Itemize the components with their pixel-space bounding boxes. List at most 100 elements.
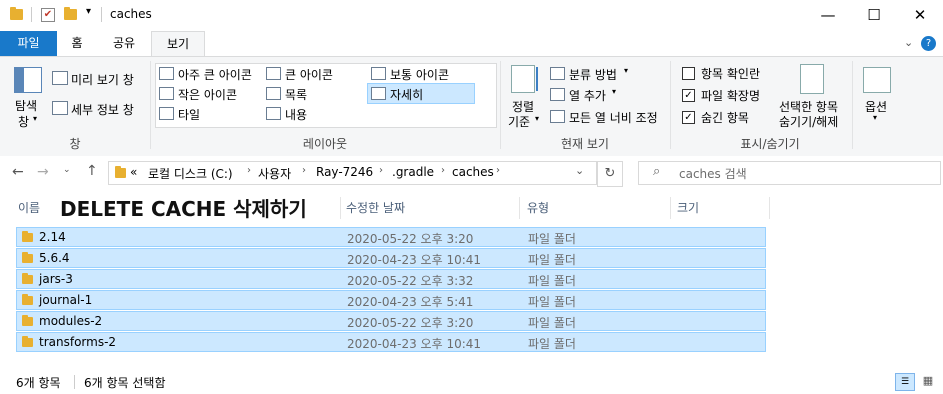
breadcrumb-overflow[interactable]: «: [130, 165, 137, 179]
divider: [500, 61, 501, 149]
column-header-name[interactable]: 이름: [18, 199, 40, 216]
file-modified: 2020-05-22 오후 3:20: [347, 232, 474, 246]
chevron-down-icon[interactable]: ▾: [535, 114, 539, 123]
chevron-down-icon[interactable]: ▾: [873, 113, 877, 122]
divider[interactable]: [519, 197, 520, 219]
layout-tiles[interactable]: 타일: [178, 106, 200, 123]
table-row[interactable]: modules-2 2020-05-22 오후 3:20 파일 폴더: [16, 311, 766, 331]
address-bar[interactable]: « 로컬 디스크 (C:) › 사용자 › Ray-7246 › .gradle…: [108, 161, 597, 185]
sort-by-icon[interactable]: [511, 65, 535, 93]
up-arrow-icon[interactable]: ↑: [86, 163, 98, 179]
column-header-modified[interactable]: 수정한 날짜: [346, 199, 405, 216]
hidden-items-checkbox[interactable]: ✓: [682, 111, 695, 124]
column-header-size[interactable]: 크기: [677, 199, 699, 216]
file-type: 파일 폴더: [528, 253, 576, 267]
folder-icon[interactable]: [10, 7, 23, 20]
help-icon[interactable]: ?: [921, 36, 936, 51]
tab-view[interactable]: 보기: [151, 31, 205, 57]
breadcrumb-local-disk[interactable]: 로컬 디스크 (C:): [148, 165, 233, 182]
file-name[interactable]: transforms-2: [39, 335, 116, 349]
size-columns-icon: [550, 110, 565, 123]
chevron-down-icon[interactable]: ⌄: [904, 36, 913, 49]
table-row[interactable]: journal-1 2020-04-23 오후 5:41 파일 폴더: [16, 290, 766, 310]
file-type: 파일 폴더: [528, 337, 576, 351]
chevron-right-icon[interactable]: ›: [379, 165, 383, 176]
chevron-right-icon[interactable]: ›: [496, 165, 500, 176]
layout-details[interactable]: 자세히: [390, 86, 423, 103]
layout-list[interactable]: 목록: [285, 86, 307, 103]
group-by-button[interactable]: 분류 방법: [569, 66, 617, 83]
column-header-type[interactable]: 유형: [527, 199, 549, 216]
add-columns-button[interactable]: 열 추가: [569, 87, 606, 104]
file-name[interactable]: 2.14: [39, 230, 66, 244]
breadcrumb-user-folder[interactable]: Ray-7246: [316, 165, 373, 179]
tab-file[interactable]: 파일: [0, 31, 57, 56]
maximize-button[interactable]: ☐: [851, 0, 897, 31]
breadcrumb-users[interactable]: 사용자: [258, 165, 291, 182]
divider: [852, 61, 853, 149]
search-input[interactable]: caches 검색: [679, 165, 747, 182]
file-name[interactable]: journal-1: [39, 293, 92, 307]
item-checkboxes-label[interactable]: 항목 확인란: [701, 65, 760, 82]
divider[interactable]: [670, 197, 671, 219]
properties-icon[interactable]: ✔: [41, 8, 55, 22]
forward-arrow-icon[interactable]: →: [37, 164, 49, 180]
details-pane-button[interactable]: 세부 정보 창: [71, 101, 134, 118]
size-all-columns-button[interactable]: 모든 열 너비 조정: [569, 109, 658, 126]
file-name[interactable]: 5.6.4: [39, 251, 70, 265]
layout-small-icons[interactable]: 작은 아이콘: [178, 86, 237, 103]
navigation-pane-label-2[interactable]: 창: [18, 113, 29, 130]
recent-locations-chevron-icon[interactable]: ⌄: [63, 165, 71, 175]
sort-by-label-2[interactable]: 기준: [508, 113, 530, 130]
chevron-down-icon[interactable]: ▾: [612, 87, 616, 96]
file-extensions-checkbox[interactable]: ✓: [682, 89, 695, 102]
refresh-icon[interactable]: ↻: [597, 161, 623, 187]
group-label-show-hide: 표시/숨기기: [740, 137, 800, 151]
table-row[interactable]: 2.14 2020-05-22 오후 3:20 파일 폴더: [16, 227, 766, 247]
chevron-down-icon[interactable]: ▾: [33, 114, 37, 123]
add-columns-icon: [550, 88, 565, 101]
preview-pane-button[interactable]: 미리 보기 창: [71, 71, 134, 88]
layout-large-icons[interactable]: 큰 아이콘: [285, 66, 333, 83]
minimize-button[interactable]: —: [805, 0, 851, 31]
chevron-right-icon[interactable]: ›: [247, 165, 251, 176]
file-type: 파일 폴더: [528, 274, 576, 288]
hide-selected-icon[interactable]: [800, 64, 824, 94]
file-name[interactable]: jars-3: [39, 272, 73, 286]
address-dropdown-chevron-icon[interactable]: ⌄: [575, 164, 584, 177]
layout-content[interactable]: 내용: [285, 106, 307, 123]
navigation-pane-icon[interactable]: [14, 67, 42, 93]
breadcrumb-caches[interactable]: caches: [452, 165, 494, 179]
customize-toolbar-icon[interactable]: ▾: [86, 6, 91, 17]
large-icons-view-icon[interactable]: ▦: [919, 373, 937, 389]
table-row[interactable]: 5.6.4 2020-04-23 오후 10:41 파일 폴더: [16, 248, 766, 268]
details-icon: [371, 87, 386, 100]
back-arrow-icon[interactable]: ←: [12, 164, 24, 180]
chevron-down-icon[interactable]: ▾: [624, 66, 628, 75]
divider[interactable]: [769, 197, 770, 219]
folder-icon: [22, 294, 33, 305]
divider[interactable]: [340, 197, 341, 219]
hidden-items-label[interactable]: 숨긴 항목: [701, 109, 749, 126]
hide-selected-label-2[interactable]: 숨기기/해제: [779, 113, 838, 130]
layout-xlarge-icons[interactable]: 아주 큰 아이콘: [178, 66, 252, 83]
file-type: 파일 폴더: [528, 232, 576, 246]
options-icon[interactable]: [863, 67, 891, 93]
close-button[interactable]: ✕: [897, 0, 943, 31]
new-folder-icon[interactable]: [64, 7, 77, 20]
file-extensions-label[interactable]: 파일 확장명: [701, 87, 760, 104]
chevron-right-icon[interactable]: ›: [302, 165, 306, 176]
table-row[interactable]: transforms-2 2020-04-23 오후 10:41 파일 폴더: [16, 332, 766, 352]
file-type: 파일 폴더: [528, 316, 576, 330]
file-name[interactable]: modules-2: [39, 314, 102, 328]
details-view-icon[interactable]: ☰: [895, 373, 915, 391]
tab-share[interactable]: 공유: [106, 31, 142, 56]
navigation-pane-label[interactable]: 탐색: [15, 97, 37, 114]
search-box[interactable]: ⌕ caches 검색: [638, 161, 941, 185]
item-checkboxes-checkbox[interactable]: [682, 67, 695, 80]
breadcrumb-gradle[interactable]: .gradle: [392, 165, 434, 179]
tab-home[interactable]: 홈: [62, 31, 92, 56]
table-row[interactable]: jars-3 2020-05-22 오후 3:32 파일 폴더: [16, 269, 766, 289]
layout-medium-icons[interactable]: 보통 아이콘: [390, 66, 449, 83]
chevron-right-icon[interactable]: ›: [441, 165, 445, 176]
